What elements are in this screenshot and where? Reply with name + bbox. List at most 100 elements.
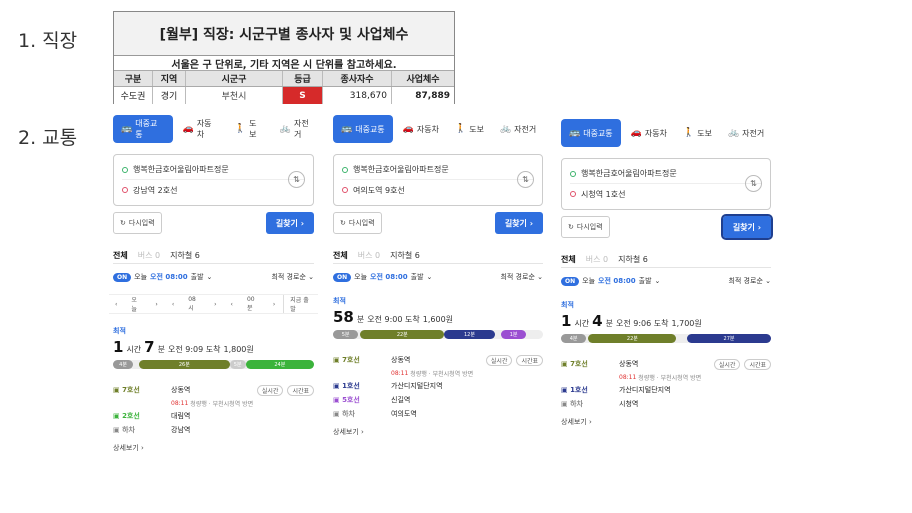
line-label: ▣ 5호선 [333,395,391,405]
origin-field[interactable]: 행복한금호어울림아파트정문 [570,164,762,184]
time-minute[interactable]: 00분 [241,296,265,312]
mode-tabs: 🚌 대중교통 🚗 자동차 🚶 도보 🚲 자전거 [105,114,322,144]
realtime-button[interactable]: 실시간 [256,384,284,396]
on-toggle[interactable]: ON [113,272,132,282]
chevron-right-icon: › [141,444,144,452]
timetable-button[interactable]: 시간표 [287,384,314,396]
chevron-left-icon[interactable]: ‹ [109,301,123,308]
chevron-right-icon: › [361,428,364,436]
realtime-button[interactable]: 실시간 [485,354,513,366]
car-icon: 🚗 [630,128,642,138]
mode-tab-0[interactable]: 🚌 대중교통 [561,119,621,147]
chevron-down-icon: ⌄ [308,273,314,281]
tab-all[interactable]: 전체 [113,250,128,261]
list-item: ▣ 하차 여의도역 [333,407,543,421]
mode-tab-2[interactable]: 🚶 도보 [449,115,490,143]
tab-subway[interactable]: 지하철 6 [618,254,648,265]
chevron-right-icon[interactable]: › [149,301,163,308]
detail-link[interactable]: 상세보기 › [333,427,543,437]
train-icon: ▣ [561,386,568,394]
chevron-right-icon[interactable]: › [267,301,281,308]
sort-select[interactable]: 최적 경로순 [728,277,762,285]
mode-tab-3[interactable]: 🚲 자전거 [274,115,322,143]
mode-label: 자전거 [742,128,765,138]
sort-select[interactable]: 최적 경로순 [500,273,534,281]
line-name: 하차 [122,426,135,434]
destination-field[interactable]: 강남역 2호선 [122,180,305,200]
list-item: ▣ 7호선 상동역 실시간 시간표 [561,357,771,371]
tab-bus[interactable]: 버스 0 [138,250,160,261]
reset-button[interactable]: ↻ 다시입력 [561,216,610,238]
header-cell: 구분 [114,71,153,86]
grade-badge: S [283,87,323,104]
find-label: 길찾기 [732,222,755,232]
refresh-icon: ↻ [120,219,126,227]
train-icon: ▣ [113,426,120,434]
detail-link[interactable]: 상세보기 › [561,417,771,427]
mode-tab-1[interactable]: 🚗 자동차 [625,119,673,147]
swap-icon[interactable]: ⇅ [288,171,305,188]
origin-field[interactable]: 행복한금호어울림아파트정문 [122,160,305,180]
on-toggle[interactable]: ON [561,276,580,286]
sort-select[interactable]: 최적 경로순 [271,273,305,281]
mode-tab-3[interactable]: 🚲 자전거 [494,115,542,143]
swap-icon[interactable]: ⇅ [745,175,762,192]
realtime-button[interactable]: 실시간 [713,358,741,370]
chevron-left-icon[interactable]: ‹ [225,301,239,308]
timetable-button[interactable]: 시간표 [516,354,543,366]
mode-label: 도보 [697,128,712,138]
on-toggle[interactable]: ON [333,272,352,282]
mode-tab-3[interactable]: 🚲 자전거 [722,119,770,147]
tab-subway[interactable]: 지하철 6 [390,250,420,261]
find-route-button[interactable]: 길찾기 › [720,214,774,240]
chevron-left-icon[interactable]: ‹ [166,301,180,308]
departure-row: ON 오늘 오전 08:00 출발 ⌄ 최적 경로순 ⌄ [113,270,314,284]
table-header-row: 구분 지역 시군구 등급 종사자수 사업체수 [114,71,454,87]
action-row: ↻ 다시입력 길찾기 › [561,214,774,240]
tab-all[interactable]: 전체 [333,250,348,261]
line-label: ▣ 하차 [333,409,391,419]
swap-icon[interactable]: ⇅ [517,171,534,188]
chevron-right-icon[interactable]: › [208,301,222,308]
header-cell: 시군구 [186,71,283,86]
station-name: 신길역 [391,396,411,404]
detail-link[interactable]: 상세보기 › [113,443,314,453]
time-selector: ‹ 오늘 › ‹ 08시 › ‹ 00분 › 지금 출발 [109,294,318,314]
line-name: 7호선 [122,386,140,394]
route-panel-1: 🚌 대중교통 🚗 자동차 🚶 도보 🚲 자전거 행복한금호어울림아파트정문 강남역 2호선 ⇅… [105,114,322,488]
bus-icon: 🚌 [121,124,133,134]
tab-all[interactable]: 전체 [561,254,576,265]
tab-bus[interactable]: 버스 0 [358,250,380,261]
chevron-down-icon[interactable]: ⌄ [655,277,661,285]
depart-now-button[interactable]: 지금 출발 [283,295,318,313]
reset-button[interactable]: ↻ 다시입력 [113,212,162,234]
train-direction: 청량행 · 부천시청역 방면 [638,374,702,382]
train-time: 08:11 [619,373,637,381]
mode-tab-2[interactable]: 🚶 도보 [229,115,270,143]
train-info: 08:11 청량행 · 부천시청역 방면 [333,367,543,379]
list-item: ▣ 5호선 신길역 [333,393,543,407]
mode-tab-2[interactable]: 🚶 도보 [677,119,718,147]
time-hour[interactable]: 08시 [182,296,206,312]
route-input-box: 행복한금호어울림아파트정문 여의도역 9호선 ⇅ [333,154,543,206]
time-day[interactable]: 오늘 [125,295,147,313]
chevron-down-icon[interactable]: ⌄ [207,273,213,281]
fare: 1,700원 [671,319,702,328]
destination-field[interactable]: 여의도역 9호선 [342,180,534,200]
destination-field[interactable]: 시청역 1호선 [570,184,762,204]
find-route-button[interactable]: 길찾기 › [494,212,543,234]
detail-label: 상세보기 [333,428,359,436]
mode-tab-0[interactable]: 🚌 대중교통 [113,115,173,143]
find-route-button[interactable]: 길찾기 › [265,212,314,234]
tab-bus[interactable]: 버스 0 [586,254,608,265]
chevron-down-icon[interactable]: ⌄ [427,273,433,281]
origin-field[interactable]: 행복한금호어울림아파트정문 [342,160,534,180]
mode-tab-1[interactable]: 🚗 자동차 [177,115,225,143]
timetable-button[interactable]: 시간표 [744,358,771,370]
mode-tab-0[interactable]: 🚌 대중교통 [333,115,393,143]
tab-subway[interactable]: 지하철 6 [170,250,200,261]
mode-tab-1[interactable]: 🚗 자동차 [397,115,445,143]
reset-button[interactable]: ↻ 다시입력 [333,212,382,234]
station-name: 여의도역 [391,410,417,418]
table-cell: 경기 [153,87,186,104]
